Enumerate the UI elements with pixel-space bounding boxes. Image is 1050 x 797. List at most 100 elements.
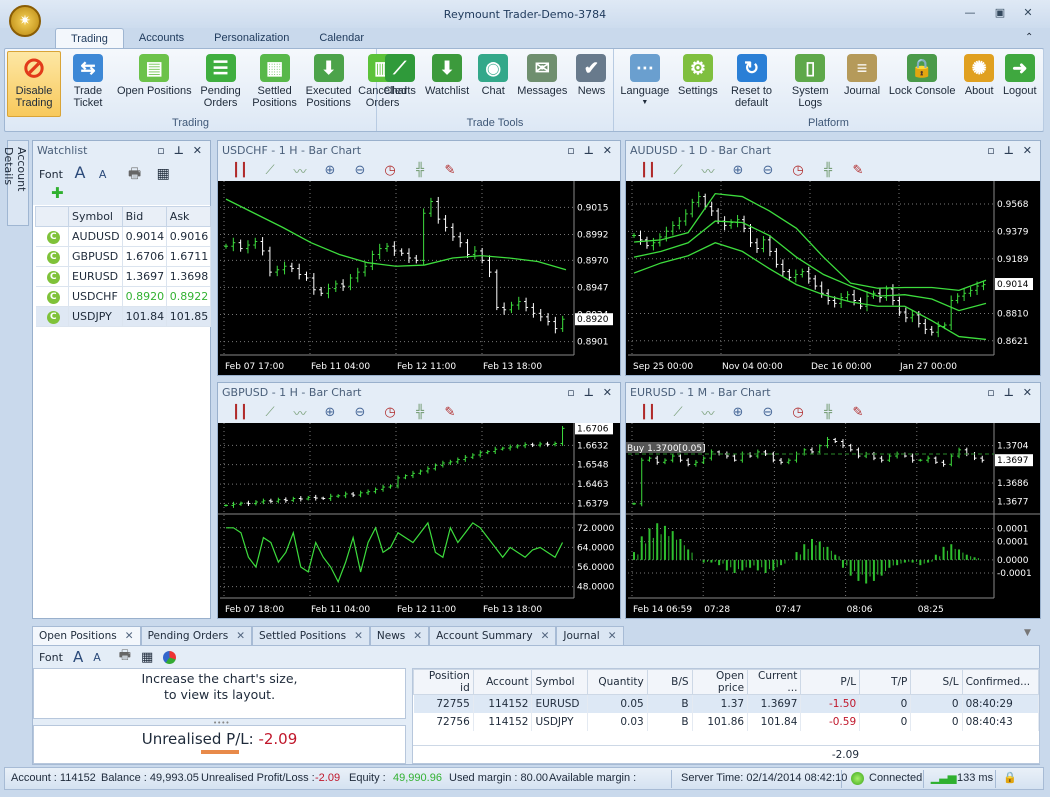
open-positions-button[interactable]: ▤ Open Positions xyxy=(115,51,194,117)
watchlist-row[interactable]: C GBPUSD 1.6706 1.6711 xyxy=(35,246,212,267)
column-header[interactable]: Current ... xyxy=(747,669,802,695)
news-button[interactable]: ✔ News xyxy=(574,51,608,117)
chart-plot[interactable]: Sep 25 00:00 Nov 04 00:00 Dec 16 00:00 Jan … xyxy=(626,181,1040,375)
close-icon[interactable]: ✕ xyxy=(603,386,612,399)
bar-chart-type-icon[interactable]: ┃┃ xyxy=(640,163,656,178)
bar-chart-type-icon[interactable]: ┃┃ xyxy=(232,163,248,178)
watchlist-row[interactable]: C USDCHF 0.8920 0.8922 xyxy=(35,286,212,307)
ribbon-tab-trading[interactable]: Trading xyxy=(55,28,124,49)
settled-positions-button[interactable]: ▦ Settled Positions xyxy=(248,51,302,117)
pin-icon[interactable]: ⊥ xyxy=(174,144,184,157)
charts-button[interactable]: ⟋ Charts xyxy=(382,51,418,117)
zoom-in-icon[interactable]: ⊕ xyxy=(322,163,338,178)
pin-icon[interactable]: ⊥ xyxy=(1004,386,1014,399)
chat-button[interactable]: ◉ Chat xyxy=(476,51,510,117)
watchlist-row[interactable]: C AUDUSD 0.9014 0.9016 xyxy=(35,226,212,247)
close-icon[interactable]: ✕ xyxy=(603,144,612,157)
watchlist-button[interactable]: ⬇ Watchlist xyxy=(423,51,471,117)
close-tab-icon[interactable]: ✕ xyxy=(413,630,422,645)
journal-button[interactable]: ≡ Journal xyxy=(842,51,882,117)
column-header[interactable]: Quantity xyxy=(586,669,648,695)
tab-news[interactable]: News ✕ xyxy=(369,626,430,645)
tab-account-summary[interactable]: Account Summary ✕ xyxy=(429,626,557,645)
disable-trading-button[interactable]: ⊘ Disable Trading xyxy=(7,51,61,117)
timeframe-icon[interactable]: ◷ xyxy=(790,405,806,420)
lock-console-button[interactable]: 🔒 Lock Console xyxy=(887,51,958,117)
column-header[interactable]: T/P xyxy=(859,669,912,695)
pin-icon[interactable]: ⊥ xyxy=(584,144,594,157)
position-row[interactable]: 72756 114152 USDJPY 0.03 B 101.86 101.84 -0.59 0… xyxy=(413,712,1040,731)
minimize-button[interactable]: — xyxy=(962,6,978,20)
zoom-out-icon[interactable]: ⊖ xyxy=(352,163,368,178)
close-button[interactable]: ✕ xyxy=(1020,6,1036,20)
zoom-in-icon[interactable]: ⊕ xyxy=(322,405,338,420)
zoom-out-icon[interactable]: ⊖ xyxy=(760,163,776,178)
font-decrease-icon[interactable]: A xyxy=(93,651,101,664)
column-header[interactable]: S/L xyxy=(910,669,963,695)
font-increase-icon[interactable]: A xyxy=(74,163,85,182)
maximize-button[interactable]: ▣ xyxy=(992,6,1008,20)
bar-chart-type-icon[interactable]: ┃┃ xyxy=(232,405,248,420)
watchlist-row[interactable]: C EURUSD 1.3697 1.3698 xyxy=(35,266,212,287)
maximize-icon[interactable]: ▫ xyxy=(987,386,994,399)
zoom-out-icon[interactable]: ⊖ xyxy=(760,405,776,420)
columns-icon[interactable]: ▦ xyxy=(141,650,153,665)
overlay-icon[interactable]: 〰 xyxy=(700,403,716,422)
column-header[interactable]: Open price xyxy=(691,669,749,695)
indicators-icon[interactable]: ⟋ xyxy=(670,405,686,420)
trade-ticket-button[interactable]: ⇆ Trade Ticket xyxy=(61,51,115,117)
close-icon[interactable]: ✕ xyxy=(1023,386,1032,399)
column-header[interactable]: Account xyxy=(472,669,533,695)
chart-plot[interactable]: Feb 07 17:00 Feb 11 04:00 Feb 12 11:00 Feb … xyxy=(218,181,620,375)
column-header[interactable]: P/L xyxy=(800,669,861,695)
timeframe-icon[interactable]: ◷ xyxy=(382,405,398,420)
column-header[interactable]: B/S xyxy=(646,669,693,695)
font-decrease-icon[interactable]: A xyxy=(99,168,107,181)
watchlist-row[interactable]: C USDJPY 101.84 101.85 xyxy=(35,306,212,327)
maximize-icon[interactable]: ▫ xyxy=(987,144,994,157)
close-tab-icon[interactable]: ✕ xyxy=(541,630,550,645)
indicators-icon[interactable]: ⟋ xyxy=(670,163,686,178)
tab-pending-orders[interactable]: Pending Orders ✕ xyxy=(140,626,252,645)
crosshair-icon[interactable]: ╬ xyxy=(820,163,836,178)
lock-icon[interactable]: 🔒 xyxy=(1003,771,1017,784)
tab-settled-positions[interactable]: Settled Positions ✕ xyxy=(252,626,370,645)
indicators-icon[interactable]: ⟋ xyxy=(262,163,278,178)
close-tab-icon[interactable]: ✕ xyxy=(354,630,363,645)
font-increase-icon[interactable]: A xyxy=(73,648,83,666)
column-symbol[interactable]: Symbol xyxy=(68,206,123,227)
add-symbol-icon[interactable]: ✚ xyxy=(51,184,64,202)
zoom-out-icon[interactable]: ⊖ xyxy=(352,405,368,420)
chart-plot[interactable]: Feb 07 18:00 Feb 11 04:00 Feb 12 11:00 Feb … xyxy=(218,423,620,618)
about-button[interactable]: ✺ About xyxy=(962,51,996,117)
app-logo[interactable]: ✷ xyxy=(9,5,41,37)
pie-chart-icon[interactable] xyxy=(163,650,177,664)
chart-plot[interactable]: Feb 14 06:59 07:28 07:47 08:06 08:25 1.3704 1.… xyxy=(626,423,1040,618)
column-header[interactable]: Symbol xyxy=(531,669,588,695)
pin-icon[interactable]: ⊥ xyxy=(584,386,594,399)
print-icon[interactable]: 🖶 xyxy=(119,646,131,668)
column-header[interactable]: Confirmed... xyxy=(961,669,1040,695)
messages-button[interactable]: ✉ Messages xyxy=(515,51,569,117)
bar-chart-type-icon[interactable]: ┃┃ xyxy=(640,405,656,420)
close-icon[interactable]: ✕ xyxy=(193,144,202,157)
tab-journal[interactable]: Journal ✕ xyxy=(556,626,624,645)
account-details-tab[interactable]: Account Details xyxy=(2,140,29,226)
reset-to-default-button[interactable]: ↻ Reset to default xyxy=(725,51,779,117)
overlay-icon[interactable]: 〰 xyxy=(292,403,308,422)
close-icon[interactable]: ✕ xyxy=(1023,144,1032,157)
close-tab-icon[interactable]: ✕ xyxy=(125,630,134,645)
tab-open-positions[interactable]: Open Positions ✕ xyxy=(32,626,141,645)
ribbon-tab-accounts[interactable]: Accounts xyxy=(124,28,199,49)
crosshair-icon[interactable]: ╬ xyxy=(412,405,428,420)
pin-icon[interactable]: ⊥ xyxy=(1004,144,1014,157)
logout-button[interactable]: ➜ Logout xyxy=(1001,51,1039,117)
print-icon[interactable]: 🖶 xyxy=(128,166,141,182)
drawing-tools-icon[interactable]: ✎ xyxy=(442,163,458,178)
column-ask[interactable]: Ask xyxy=(165,206,212,227)
timeframe-icon[interactable]: ◷ xyxy=(790,163,806,178)
ribbon-tab-calendar[interactable]: Calendar xyxy=(304,28,379,49)
columns-icon[interactable]: ▦ xyxy=(157,166,170,182)
system-logs-button[interactable]: ▯ System Logs xyxy=(783,51,837,117)
collapse-ribbon-icon[interactable]: ⌃ xyxy=(1025,32,1033,43)
